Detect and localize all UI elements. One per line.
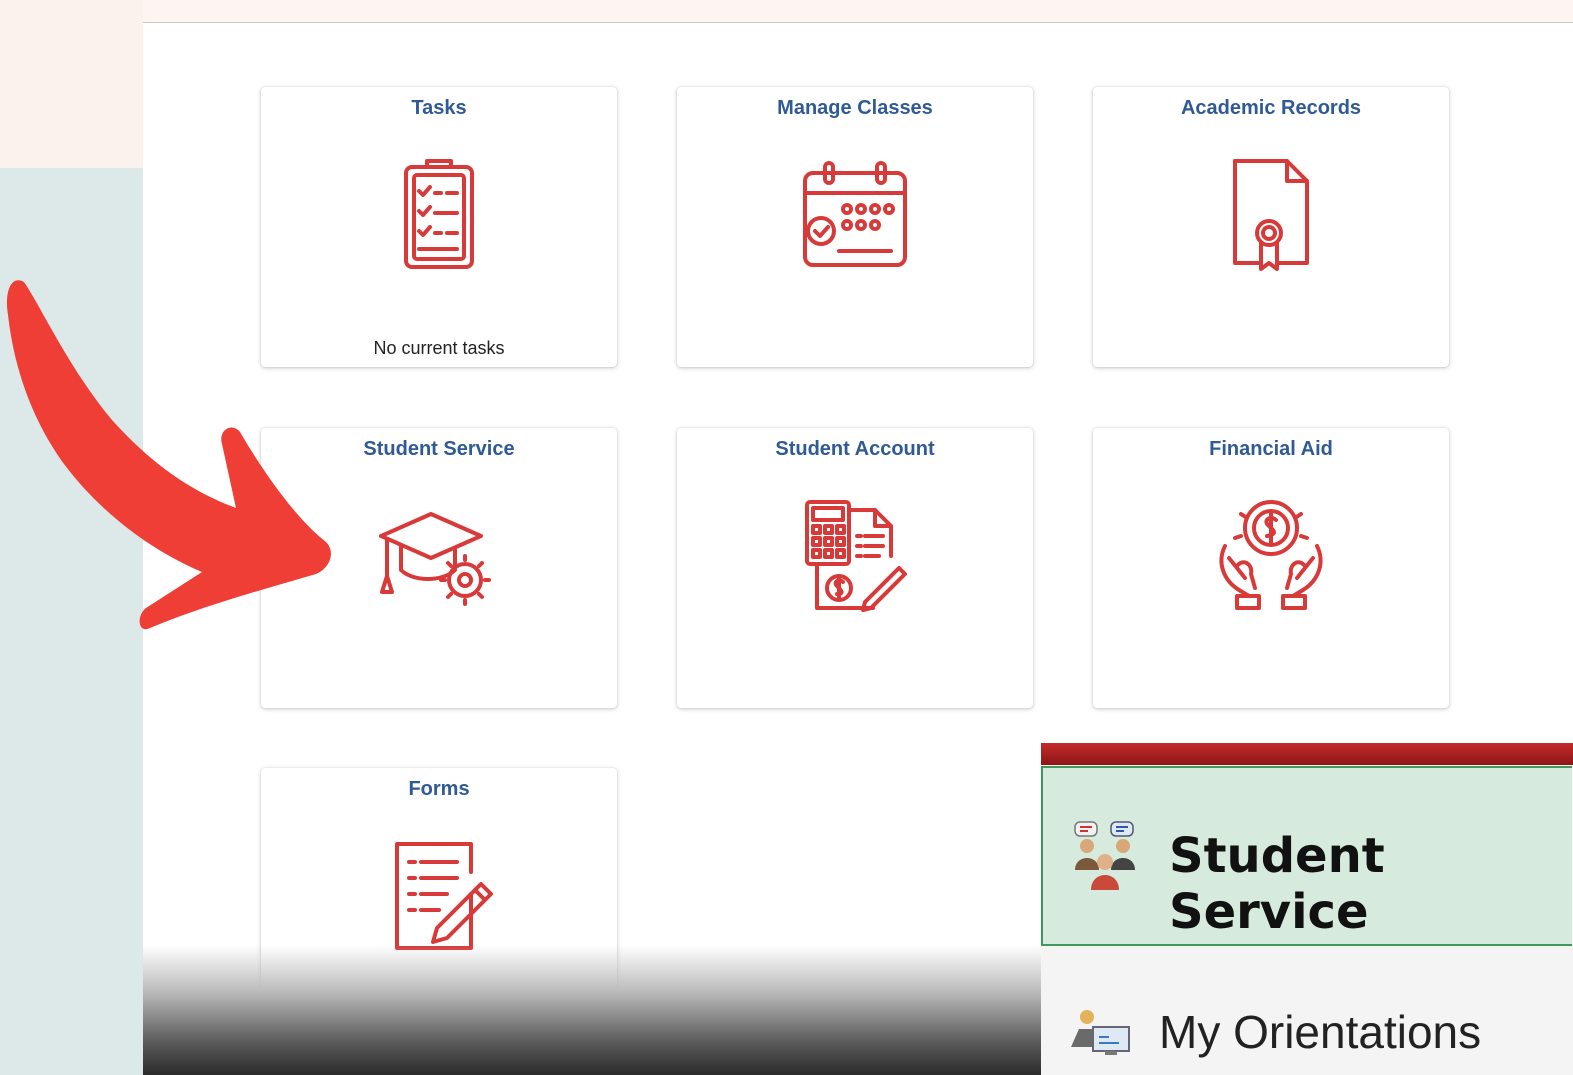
graduation-cap-gear-icon bbox=[379, 512, 491, 606]
tile-manage-classes[interactable]: Manage Classes bbox=[677, 87, 1033, 367]
nav-item-my-orientations[interactable]: My Orientations bbox=[1159, 1005, 1481, 1059]
tile-title: Academic Records bbox=[1180, 97, 1362, 119]
tile-student-account[interactable]: Student Account bbox=[677, 428, 1033, 708]
left-panel-top bbox=[0, 0, 143, 168]
nav-panel-topbar bbox=[1041, 743, 1573, 765]
tile-title: Forms bbox=[408, 778, 470, 800]
student-service-nav-panel: Student Service My Orientations bbox=[1041, 743, 1573, 1075]
tile-financial-aid[interactable]: Financial Aid bbox=[1093, 428, 1449, 708]
hands-coin-icon bbox=[1219, 500, 1323, 610]
clipboard-checklist-icon bbox=[404, 159, 474, 269]
calendar-check-icon bbox=[803, 161, 907, 267]
calculator-invoice-icon bbox=[805, 500, 907, 612]
tile-title: Student Account bbox=[775, 438, 935, 460]
tile-academic-records[interactable]: Academic Records bbox=[1093, 87, 1449, 367]
top-strip bbox=[143, 0, 1573, 23]
nav-panel-header[interactable]: Student Service bbox=[1041, 766, 1572, 946]
red-annotation-arrow bbox=[6, 280, 331, 630]
bottom-gradient-overlay bbox=[143, 945, 1043, 1075]
tile-title: Financial Aid bbox=[1209, 438, 1333, 460]
certificate-document-icon bbox=[1233, 159, 1309, 271]
tile-title: Tasks bbox=[411, 97, 467, 119]
form-pencil-icon bbox=[395, 842, 493, 950]
people-chat-icon bbox=[1074, 821, 1135, 890]
tile-title: Manage Classes bbox=[777, 97, 933, 119]
orientation-icon bbox=[1071, 1010, 1130, 1055]
nav-panel-title: Student Service bbox=[1169, 828, 1385, 940]
